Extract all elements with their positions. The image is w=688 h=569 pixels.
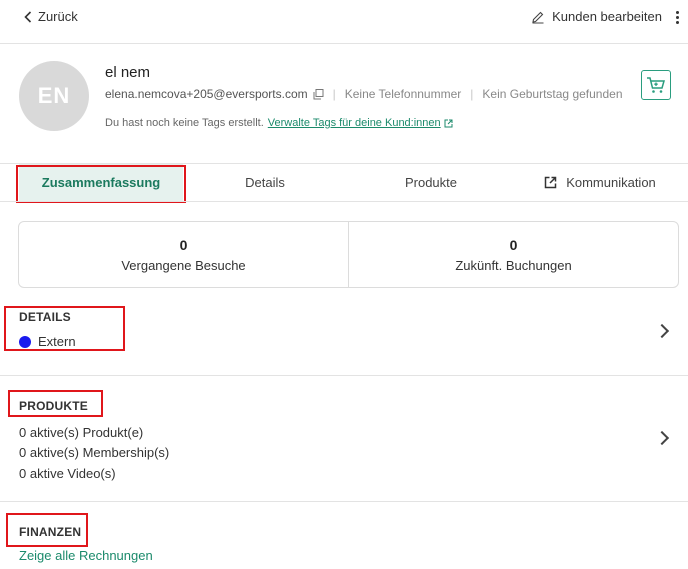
tab-details[interactable]: Details xyxy=(185,164,345,201)
stat-past-visits: 0 Vergangene Besuche xyxy=(19,222,348,287)
divider xyxy=(0,501,688,502)
tab-label: Produkte xyxy=(404,175,458,190)
pencil-icon xyxy=(532,11,544,24)
chevron-left-icon xyxy=(24,10,32,23)
stat-future-bookings: 0 Zukünft. Buchungen xyxy=(348,222,678,287)
stat-value: 0 xyxy=(179,236,188,253)
tab-products[interactable]: Produkte xyxy=(350,164,512,201)
edit-customer-label: Kunden bearbeiten xyxy=(552,9,662,24)
stat-label: Vergangene Besuche xyxy=(121,257,246,273)
tab-label: Kommunikation xyxy=(566,175,656,190)
customer-name: el nem xyxy=(105,64,151,81)
external-link-icon xyxy=(444,119,453,127)
divider xyxy=(0,43,688,44)
highlight-box xyxy=(4,306,125,351)
highlight-box xyxy=(16,165,186,203)
chevron-right-icon[interactable] xyxy=(654,323,670,339)
tags-text: Du hast noch keine Tags erstellt. xyxy=(105,117,264,129)
external-link-icon xyxy=(544,176,557,189)
edit-customer-button[interactable]: Kunden bearbeiten xyxy=(531,9,662,24)
stat-value: 0 xyxy=(509,236,518,253)
products-count: 0 aktive(s) Produkt(e) xyxy=(19,425,144,440)
stats-card: 0 Vergangene Besuche 0 Zukünft. Buchunge… xyxy=(18,221,679,288)
back-label: Zurück xyxy=(38,9,78,24)
tab-communication[interactable]: Kommunikation xyxy=(520,164,680,201)
cart-button[interactable] xyxy=(641,70,671,100)
highlight-box xyxy=(6,513,88,547)
separator: | xyxy=(332,87,336,101)
avatar: EN xyxy=(19,61,89,131)
manage-tags-link[interactable]: Verwalte Tags für deine Kund:innen xyxy=(268,117,441,129)
highlight-box xyxy=(8,390,103,417)
show-invoices-link[interactable]: Zeige alle Rechnungen xyxy=(19,548,153,563)
avatar-initials: EN xyxy=(37,83,71,108)
copy-icon[interactable] xyxy=(313,88,324,100)
chevron-right-icon[interactable] xyxy=(654,430,670,446)
contact-line: elena.nemcova+205@eversports.com | Keine… xyxy=(105,87,623,101)
videos-count: 0 aktive Video(s) xyxy=(19,466,116,481)
separator: | xyxy=(470,87,474,101)
customer-email: elena.nemcova+205@eversports.com xyxy=(105,87,308,101)
divider xyxy=(0,375,688,376)
customer-phone: Keine Telefonnummer xyxy=(344,87,462,101)
tab-label: Details xyxy=(245,175,285,190)
more-options-icon[interactable] xyxy=(672,8,682,26)
stat-label: Zukünft. Buchungen xyxy=(455,257,572,273)
tags-line: Du hast noch keine Tags erstellt. Verwal… xyxy=(105,117,453,129)
memberships-count: 0 aktive(s) Membership(s) xyxy=(19,445,170,460)
shopping-cart-icon xyxy=(647,77,665,93)
divider xyxy=(0,201,688,202)
customer-birthday: Kein Geburtstag gefunden xyxy=(482,87,623,101)
back-button[interactable]: Zurück xyxy=(24,9,78,24)
